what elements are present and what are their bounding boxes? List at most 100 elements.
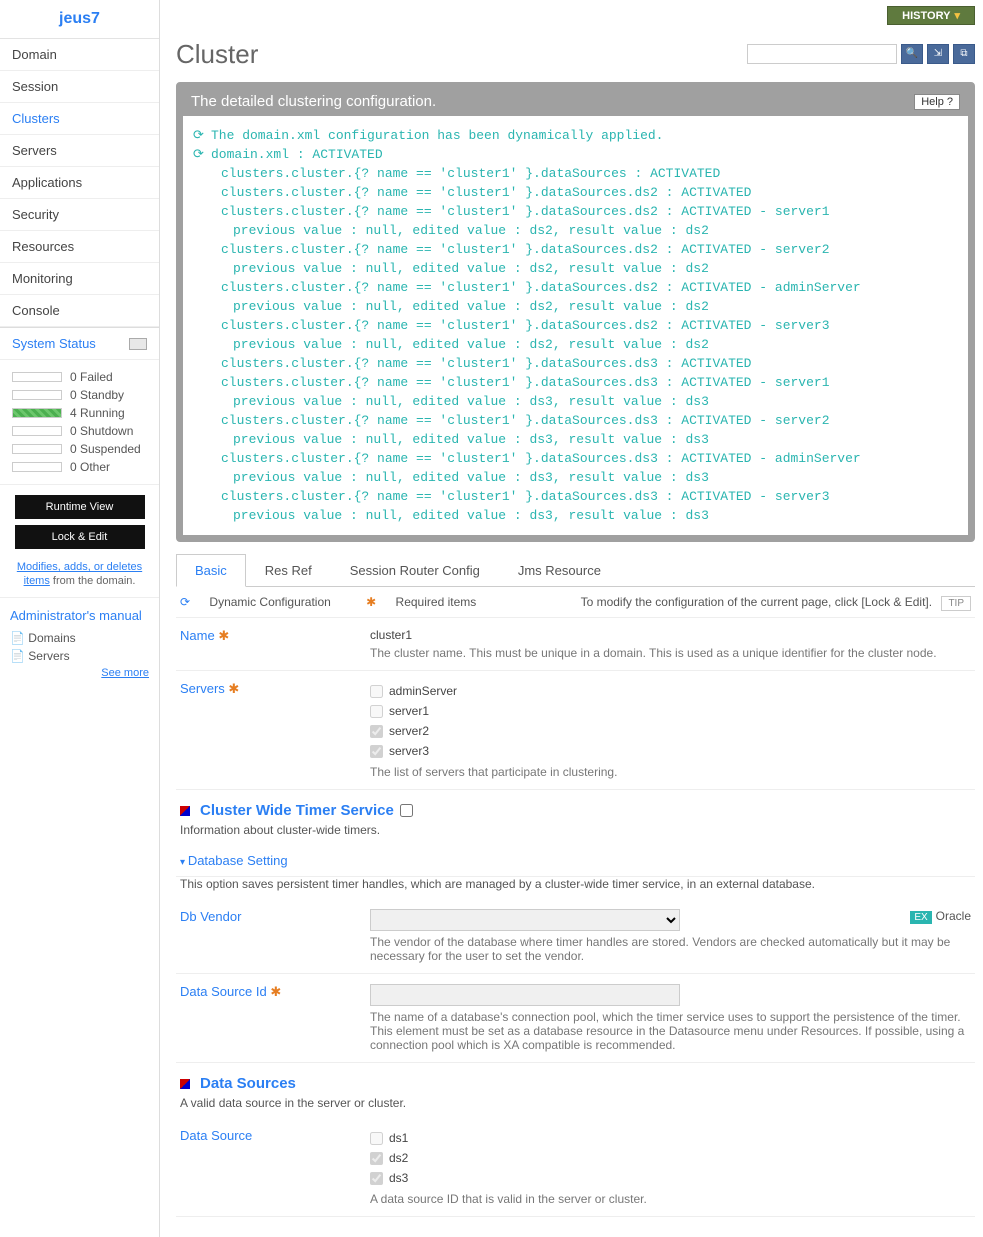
nav-item-servers[interactable]: Servers xyxy=(0,135,159,167)
legend-dynamic: Dynamic Configuration xyxy=(209,595,330,609)
config-line: clusters.cluster.{? name == 'cluster1' }… xyxy=(193,316,958,335)
logo: jeus7 xyxy=(0,0,159,39)
page-title: Cluster xyxy=(176,31,258,82)
config-line: clusters.cluster.{? name == 'cluster1' }… xyxy=(193,354,958,373)
name-value: cluster1 xyxy=(370,628,971,642)
config-line: clusters.cluster.{? name == 'cluster1' }… xyxy=(193,487,958,506)
status-label: 0 Standby xyxy=(70,388,124,402)
config-line: clusters.cluster.{? name == 'cluster1' }… xyxy=(193,278,958,297)
config-line: previous value : null, edited value : ds… xyxy=(193,430,958,449)
search-input[interactable] xyxy=(747,44,897,64)
see-more-link[interactable]: See more xyxy=(101,667,149,679)
manual-item[interactable]: 📄 Domains xyxy=(10,629,149,647)
nav-item-session[interactable]: Session xyxy=(0,71,159,103)
name-label: Name xyxy=(180,628,215,643)
data-sources-desc: A valid data source in the server or clu… xyxy=(176,1096,975,1118)
ds-checkbox[interactable] xyxy=(370,1172,383,1185)
lock-edit-button[interactable]: Lock & Edit xyxy=(15,525,145,549)
data-sources-title: Data Sources xyxy=(200,1075,296,1092)
server-checkbox-label: server3 xyxy=(389,744,429,758)
server-option: server3 xyxy=(370,741,971,761)
status-label: 4 Running xyxy=(70,406,125,420)
status-bar-icon xyxy=(12,372,62,382)
config-line: previous value : null, edited value : ds… xyxy=(193,221,958,240)
ds-option: ds3 xyxy=(370,1168,971,1188)
tab-session-router-config[interactable]: Session Router Config xyxy=(331,554,499,586)
ds-checkbox-label: ds1 xyxy=(389,1131,408,1145)
server-checkbox[interactable] xyxy=(370,745,383,758)
tab-res-ref[interactable]: Res Ref xyxy=(246,554,331,586)
nav-item-monitoring[interactable]: Monitoring xyxy=(0,263,159,295)
server-checkbox[interactable] xyxy=(370,705,383,718)
server-checkbox-label: server1 xyxy=(389,704,429,718)
ds-checkbox[interactable] xyxy=(370,1152,383,1165)
main-content: HISTORY ▾ Cluster 🔍 ⇲ ⧉ The detailed clu… xyxy=(160,0,983,1237)
nav-item-console[interactable]: Console xyxy=(0,295,159,327)
nav-item-applications[interactable]: Applications xyxy=(0,167,159,199)
required-icon: ✱ xyxy=(218,628,229,643)
data-source-row-desc: A data source ID that is valid in the se… xyxy=(370,1192,971,1206)
flag-icon xyxy=(180,806,190,816)
manual-item[interactable]: 📄 Servers xyxy=(10,647,149,665)
status-row: 0 Suspended xyxy=(12,440,147,458)
search-icon[interactable]: 🔍 xyxy=(901,44,923,64)
export-icon[interactable]: ⇲ xyxy=(927,44,949,64)
server-checkbox[interactable] xyxy=(370,725,383,738)
ds-checkbox-label: ds2 xyxy=(389,1151,408,1165)
required-icon: ✱ xyxy=(270,984,281,999)
config-line: previous value : null, edited value : ds… xyxy=(193,335,958,354)
legend-hint: To modify the configuration of the curre… xyxy=(581,595,933,609)
tab-jms-resource[interactable]: Jms Resource xyxy=(499,554,620,586)
ds-option: ds1 xyxy=(370,1128,971,1148)
ds-id-label: Data Source Id xyxy=(180,984,267,999)
sidebar: jeus7 DomainSessionClustersServersApplic… xyxy=(0,0,160,1237)
ds-id-input[interactable] xyxy=(370,984,680,1006)
ds-checkbox[interactable] xyxy=(370,1132,383,1145)
config-panel: The detailed clustering configuration. H… xyxy=(176,82,975,542)
required-icon: ✱ xyxy=(366,595,376,609)
help-button[interactable]: Help ? xyxy=(914,94,960,110)
status-bar-icon xyxy=(12,408,62,418)
monitor-icon xyxy=(129,338,147,350)
manual-title: Administrator's manual xyxy=(10,608,149,623)
nav-item-resources[interactable]: Resources xyxy=(0,231,159,263)
config-line: clusters.cluster.{? name == 'cluster1' }… xyxy=(193,449,958,468)
server-checkbox-label: adminServer xyxy=(389,684,457,698)
ds-id-desc: The name of a database's connection pool… xyxy=(370,1010,971,1052)
config-line: clusters.cluster.{? name == 'cluster1' }… xyxy=(193,202,958,221)
status-row: 0 Other xyxy=(12,458,147,476)
server-option: adminServer xyxy=(370,681,971,701)
database-setting-toggle[interactable]: Database Setting xyxy=(176,845,975,877)
status-label: 0 Failed xyxy=(70,370,113,384)
server-option: server1 xyxy=(370,701,971,721)
ds-option: ds2 xyxy=(370,1148,971,1168)
tab-basic[interactable]: Basic xyxy=(176,554,246,587)
server-checkbox-label: server2 xyxy=(389,724,429,738)
config-panel-title: The detailed clustering configuration. xyxy=(191,93,436,110)
flag-icon xyxy=(180,1079,190,1089)
runtime-view-button[interactable]: Runtime View xyxy=(15,495,145,519)
nav-item-domain[interactable]: Domain xyxy=(0,39,159,71)
status-bar-icon xyxy=(12,426,62,436)
config-line: clusters.cluster.{? name == 'cluster1' }… xyxy=(193,183,958,202)
status-label: 0 Suspended xyxy=(70,442,141,456)
config-line: clusters.cluster.{? name == 'cluster1' }… xyxy=(193,164,958,183)
xml-icon[interactable]: ⧉ xyxy=(953,44,975,64)
status-label: 0 Other xyxy=(70,460,110,474)
history-button[interactable]: HISTORY ▾ xyxy=(887,6,975,25)
modifies-suffix: from the domain. xyxy=(50,575,136,587)
timer-section-title: Cluster Wide Timer Service xyxy=(200,802,394,819)
status-bar-icon xyxy=(12,462,62,472)
db-vendor-select[interactable] xyxy=(370,909,680,931)
server-checkbox[interactable] xyxy=(370,685,383,698)
refresh-icon: ⟳ xyxy=(180,595,190,609)
timer-section-desc: Information about cluster-wide timers. xyxy=(176,823,975,845)
config-line: clusters.cluster.{? name == 'cluster1' }… xyxy=(193,411,958,430)
nav-item-clusters[interactable]: Clusters xyxy=(0,103,159,135)
status-bar-icon xyxy=(12,444,62,454)
config-line: previous value : null, edited value : ds… xyxy=(193,259,958,278)
timer-enable-checkbox[interactable] xyxy=(400,804,413,817)
status-row: 4 Running xyxy=(12,404,147,422)
nav-item-security[interactable]: Security xyxy=(0,199,159,231)
name-desc: The cluster name. This must be unique in… xyxy=(370,646,971,660)
